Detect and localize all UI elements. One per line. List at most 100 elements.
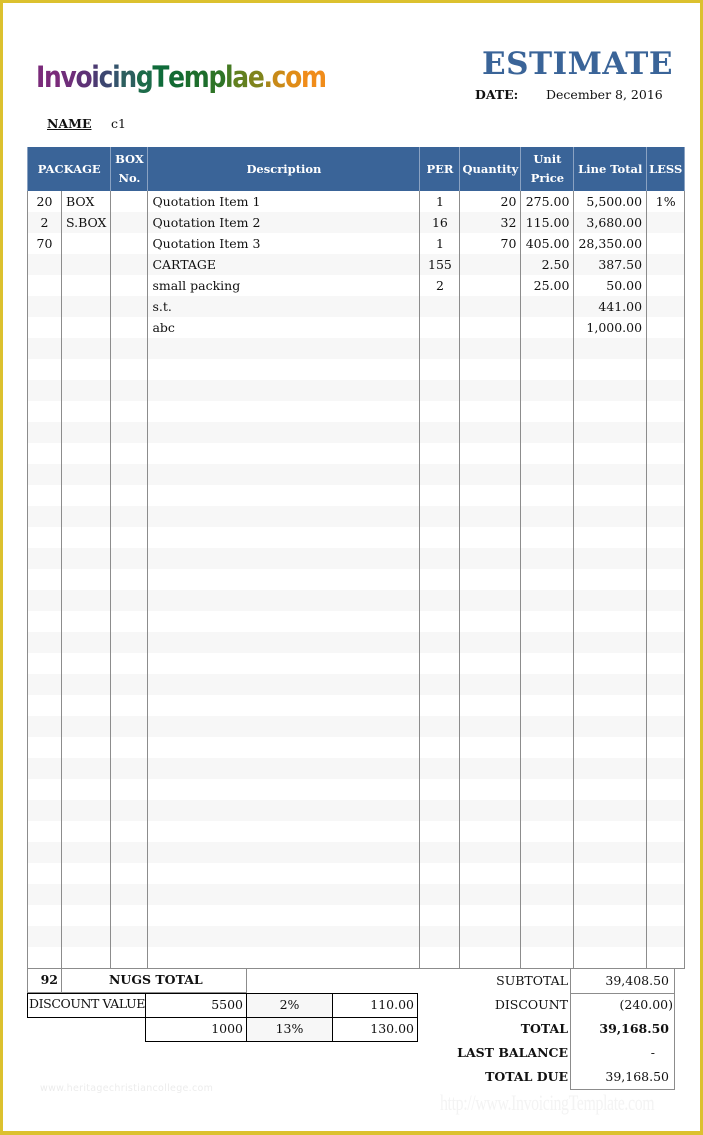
cell-box-no[interactable] (110, 317, 149, 338)
cell-description[interactable] (147, 506, 421, 527)
name-value[interactable]: c1 (111, 116, 126, 131)
cell-package-qty[interactable] (27, 884, 62, 905)
cell-less[interactable] (646, 758, 686, 779)
cell-package-type[interactable] (60, 842, 112, 863)
cell-less[interactable] (646, 800, 686, 821)
cell-unit-price[interactable] (520, 653, 575, 674)
cell-unit-price[interactable] (520, 674, 575, 695)
cell-description[interactable] (147, 863, 421, 884)
cell-unit-price[interactable] (520, 737, 575, 758)
cell-line-total[interactable] (573, 422, 648, 443)
cell-per[interactable] (419, 926, 461, 947)
cell-box-no[interactable] (110, 947, 149, 969)
cell-per[interactable] (419, 590, 461, 611)
cell-quantity[interactable] (459, 611, 522, 632)
cell-quantity[interactable] (459, 422, 522, 443)
cell-quantity[interactable] (459, 653, 522, 674)
cell-per[interactable] (419, 338, 461, 359)
cell-less[interactable] (646, 611, 686, 632)
cell-package-qty[interactable] (27, 737, 62, 758)
cell-package-type[interactable] (60, 611, 112, 632)
cell-unit-price[interactable] (520, 527, 575, 548)
cell-package-type[interactable] (60, 317, 112, 338)
cell-line-total[interactable] (573, 947, 648, 969)
cell-package-qty[interactable] (27, 842, 62, 863)
cell-unit-price[interactable] (520, 317, 575, 338)
cell-quantity[interactable] (459, 485, 522, 506)
cell-unit-price[interactable] (520, 506, 575, 527)
cell-quantity[interactable] (459, 338, 522, 359)
cell-description[interactable] (147, 359, 421, 380)
cell-line-total[interactable]: 50.00 (573, 275, 648, 296)
cell-per[interactable] (419, 359, 461, 380)
cell-package-type[interactable] (60, 422, 112, 443)
cell-line-total[interactable] (573, 464, 648, 485)
cell-line-total[interactable]: 441.00 (573, 296, 648, 317)
cell-less[interactable] (646, 821, 686, 842)
cell-quantity[interactable] (459, 359, 522, 380)
cell-quantity[interactable] (459, 947, 522, 969)
cell-description[interactable]: small packing (147, 275, 421, 296)
cell-package-type[interactable] (60, 821, 112, 842)
cell-less[interactable] (646, 695, 686, 716)
cell-line-total[interactable]: 28,350.00 (573, 233, 648, 254)
cell-unit-price[interactable] (520, 758, 575, 779)
cell-less[interactable] (646, 506, 686, 527)
cell-package-type[interactable] (60, 863, 112, 884)
cell-package-type[interactable]: BOX (60, 191, 112, 212)
cell-package-qty[interactable] (27, 464, 62, 485)
cell-unit-price[interactable] (520, 926, 575, 947)
cell-line-total[interactable] (573, 695, 648, 716)
cell-line-total[interactable] (573, 737, 648, 758)
cell-package-type[interactable] (60, 674, 112, 695)
cell-quantity[interactable]: 32 (459, 212, 522, 233)
cell-per[interactable] (419, 863, 461, 884)
cell-box-no[interactable] (110, 548, 149, 569)
cell-quantity[interactable] (459, 905, 522, 926)
cell-per[interactable] (419, 569, 461, 590)
cell-less[interactable] (646, 590, 686, 611)
cell-description[interactable]: s.t. (147, 296, 421, 317)
cell-less[interactable] (646, 527, 686, 548)
cell-per[interactable] (419, 296, 461, 317)
cell-box-no[interactable] (110, 275, 149, 296)
cell-package-type[interactable] (60, 296, 112, 317)
cell-package-type[interactable] (60, 905, 112, 926)
cell-less[interactable] (646, 926, 686, 947)
cell-unit-price[interactable] (520, 464, 575, 485)
cell-line-total[interactable] (573, 800, 648, 821)
cell-unit-price[interactable] (520, 401, 575, 422)
cell-unit-price[interactable] (520, 590, 575, 611)
cell-package-type[interactable] (60, 779, 112, 800)
cell-package-qty[interactable] (27, 716, 62, 737)
cell-less[interactable] (646, 779, 686, 800)
cell-unit-price[interactable] (520, 779, 575, 800)
cell-box-no[interactable] (110, 485, 149, 506)
cell-less[interactable] (646, 737, 686, 758)
cell-line-total[interactable] (573, 611, 648, 632)
cell-unit-price[interactable]: 405.00 (520, 233, 575, 254)
cell-description[interactable] (147, 674, 421, 695)
cell-package-type[interactable] (60, 758, 112, 779)
cell-quantity[interactable] (459, 632, 522, 653)
cell-per[interactable] (419, 485, 461, 506)
cell-package-type[interactable] (60, 884, 112, 905)
cell-less[interactable] (646, 275, 686, 296)
cell-package-qty[interactable] (27, 821, 62, 842)
cell-less[interactable] (646, 233, 686, 254)
cell-box-no[interactable] (110, 674, 149, 695)
cell-box-no[interactable] (110, 296, 149, 317)
cell-package-type[interactable] (60, 590, 112, 611)
cell-unit-price[interactable] (520, 611, 575, 632)
cell-box-no[interactable] (110, 926, 149, 947)
cell-package-qty[interactable] (27, 674, 62, 695)
cell-per[interactable] (419, 632, 461, 653)
cell-package-qty[interactable]: 20 (27, 191, 62, 212)
cell-quantity[interactable] (459, 401, 522, 422)
cell-description[interactable] (147, 737, 421, 758)
cell-quantity[interactable] (459, 758, 522, 779)
cell-package-qty[interactable] (27, 947, 62, 969)
cell-package-type[interactable] (60, 653, 112, 674)
cell-package-qty[interactable]: 2 (27, 212, 62, 233)
cell-quantity[interactable] (459, 926, 522, 947)
